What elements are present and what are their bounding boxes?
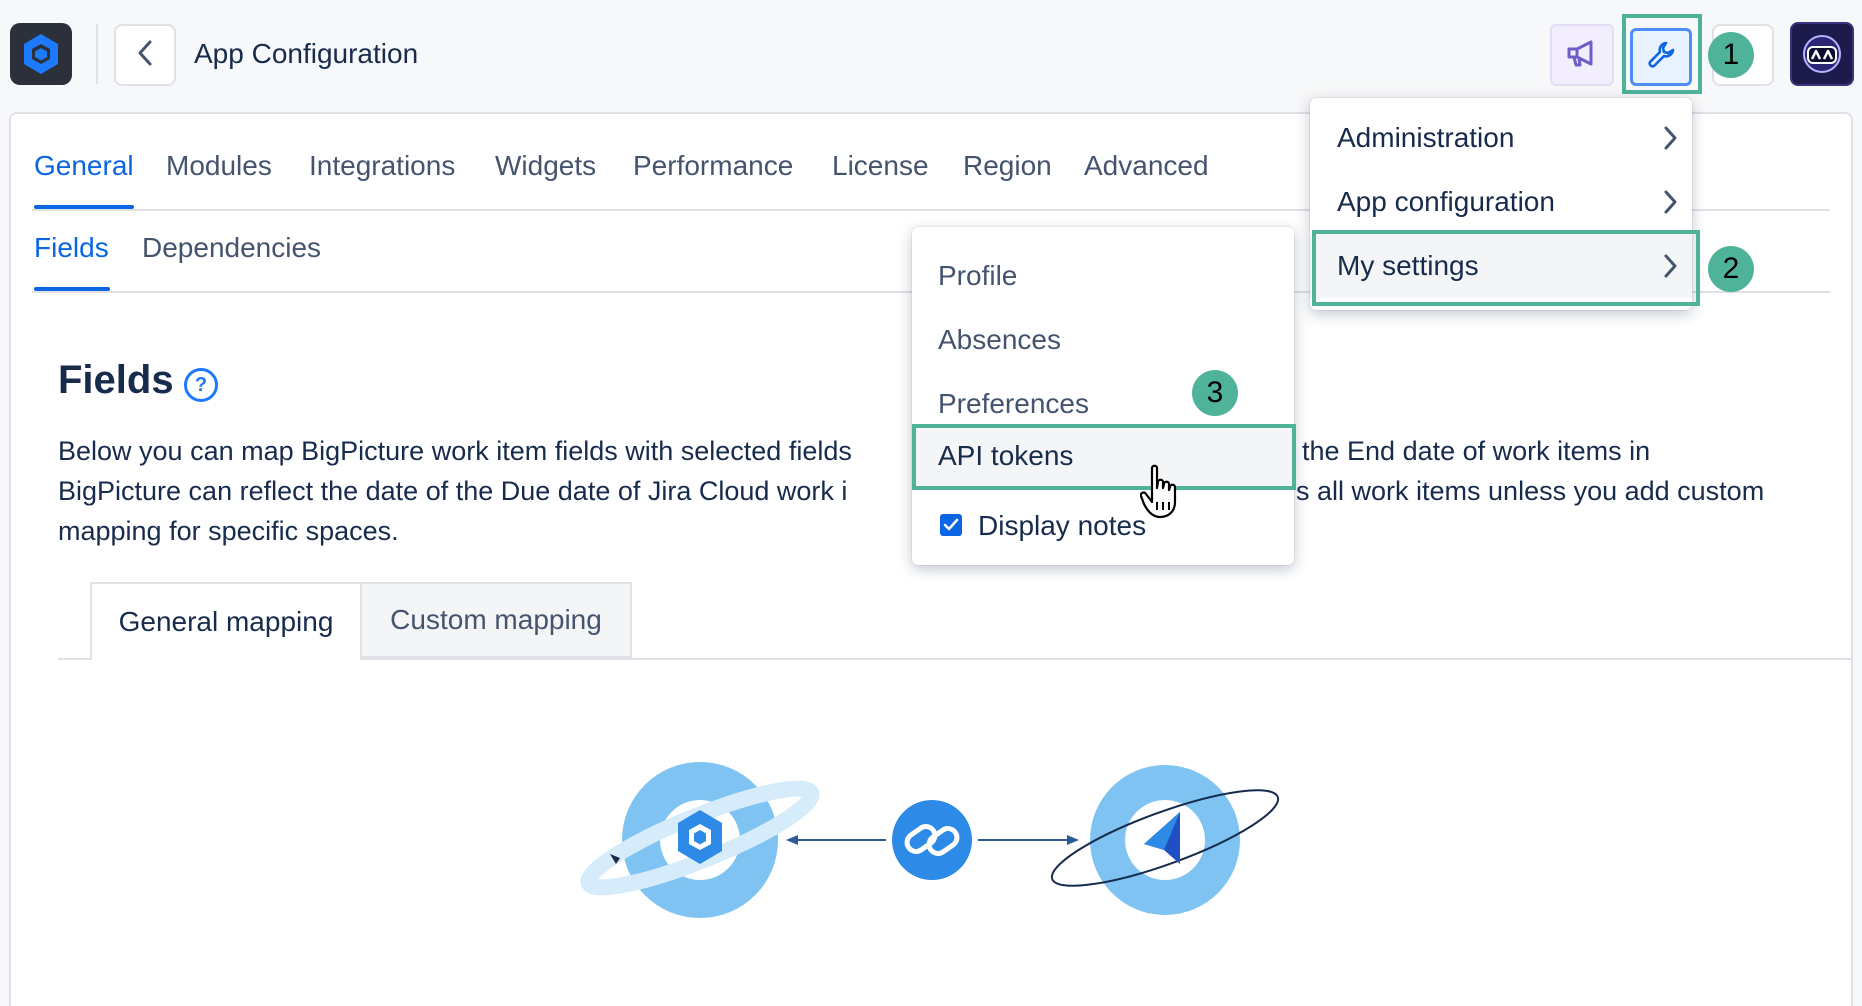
my-settings-highlight [1312, 230, 1700, 306]
chevron-left-icon [135, 39, 155, 72]
chevron-right-icon [1662, 188, 1678, 223]
description-line-1b: the End date of work items in [1302, 436, 1651, 466]
active-subtab-indicator [34, 287, 110, 291]
active-tab-indicator [34, 205, 134, 209]
tab-license[interactable]: License [832, 150, 929, 182]
menu-item-label: App configuration [1337, 186, 1555, 217]
menu-item-administration[interactable]: Administration [1310, 106, 1692, 170]
tab-general[interactable]: General [34, 150, 134, 182]
tab-modules[interactable]: Modules [166, 150, 272, 182]
link-icon [892, 800, 972, 880]
tab-widgets[interactable]: Widgets [495, 150, 596, 182]
app-logo-icon[interactable] [10, 23, 72, 85]
step-marker-2: 2 [1708, 246, 1754, 292]
description-line-3: mapping for specific spaces. [58, 516, 399, 546]
submenu-item-absences[interactable]: Absences [912, 308, 1294, 372]
header-divider [96, 24, 98, 84]
megaphone-icon [1565, 38, 1599, 73]
display-notes-checkbox[interactable] [940, 514, 962, 536]
subtab-fields[interactable]: Fields [34, 232, 109, 264]
description-line-2a: BigPicture can reflect the date of the D… [58, 476, 848, 506]
description-line-1a: Below you can map BigPicture work item f… [58, 436, 852, 466]
settings-button-highlight [1622, 14, 1702, 94]
help-icon[interactable]: ? [184, 368, 218, 402]
page-title: App Configuration [194, 38, 419, 69]
subtab-dependencies[interactable]: Dependencies [142, 232, 321, 264]
menu-item-app-configuration[interactable]: App configuration [1310, 170, 1692, 234]
back-button[interactable] [114, 24, 176, 86]
menu-item-label: Administration [1337, 122, 1515, 153]
step-marker-3: 3 [1192, 370, 1238, 416]
tab-performance[interactable]: Performance [633, 150, 793, 182]
tab-advanced[interactable]: Advanced [1084, 150, 1209, 182]
step-marker-1: 1 [1708, 32, 1754, 78]
submenu-item-label: API tokens [938, 440, 1074, 471]
submenu-item-api-tokens[interactable]: API tokens [912, 424, 1296, 490]
tab-region[interactable]: Region [963, 150, 1052, 182]
announcements-button[interactable] [1550, 24, 1614, 86]
chevron-right-icon [1662, 124, 1678, 159]
avatar-icon[interactable] [1790, 22, 1854, 86]
section-title: Fields [58, 358, 174, 402]
submenu-item-profile[interactable]: Profile [912, 244, 1294, 308]
tab-custom-mapping[interactable]: Custom mapping [360, 582, 632, 658]
hand-pointer-icon [1139, 464, 1186, 525]
description-line-2b: s all work items unless you add custom [1296, 476, 1765, 506]
display-notes-label[interactable]: Display notes [978, 510, 1146, 542]
integration-illustration [560, 740, 1300, 940]
tab-general-mapping[interactable]: General mapping [90, 582, 362, 660]
tab-integrations[interactable]: Integrations [309, 150, 455, 182]
